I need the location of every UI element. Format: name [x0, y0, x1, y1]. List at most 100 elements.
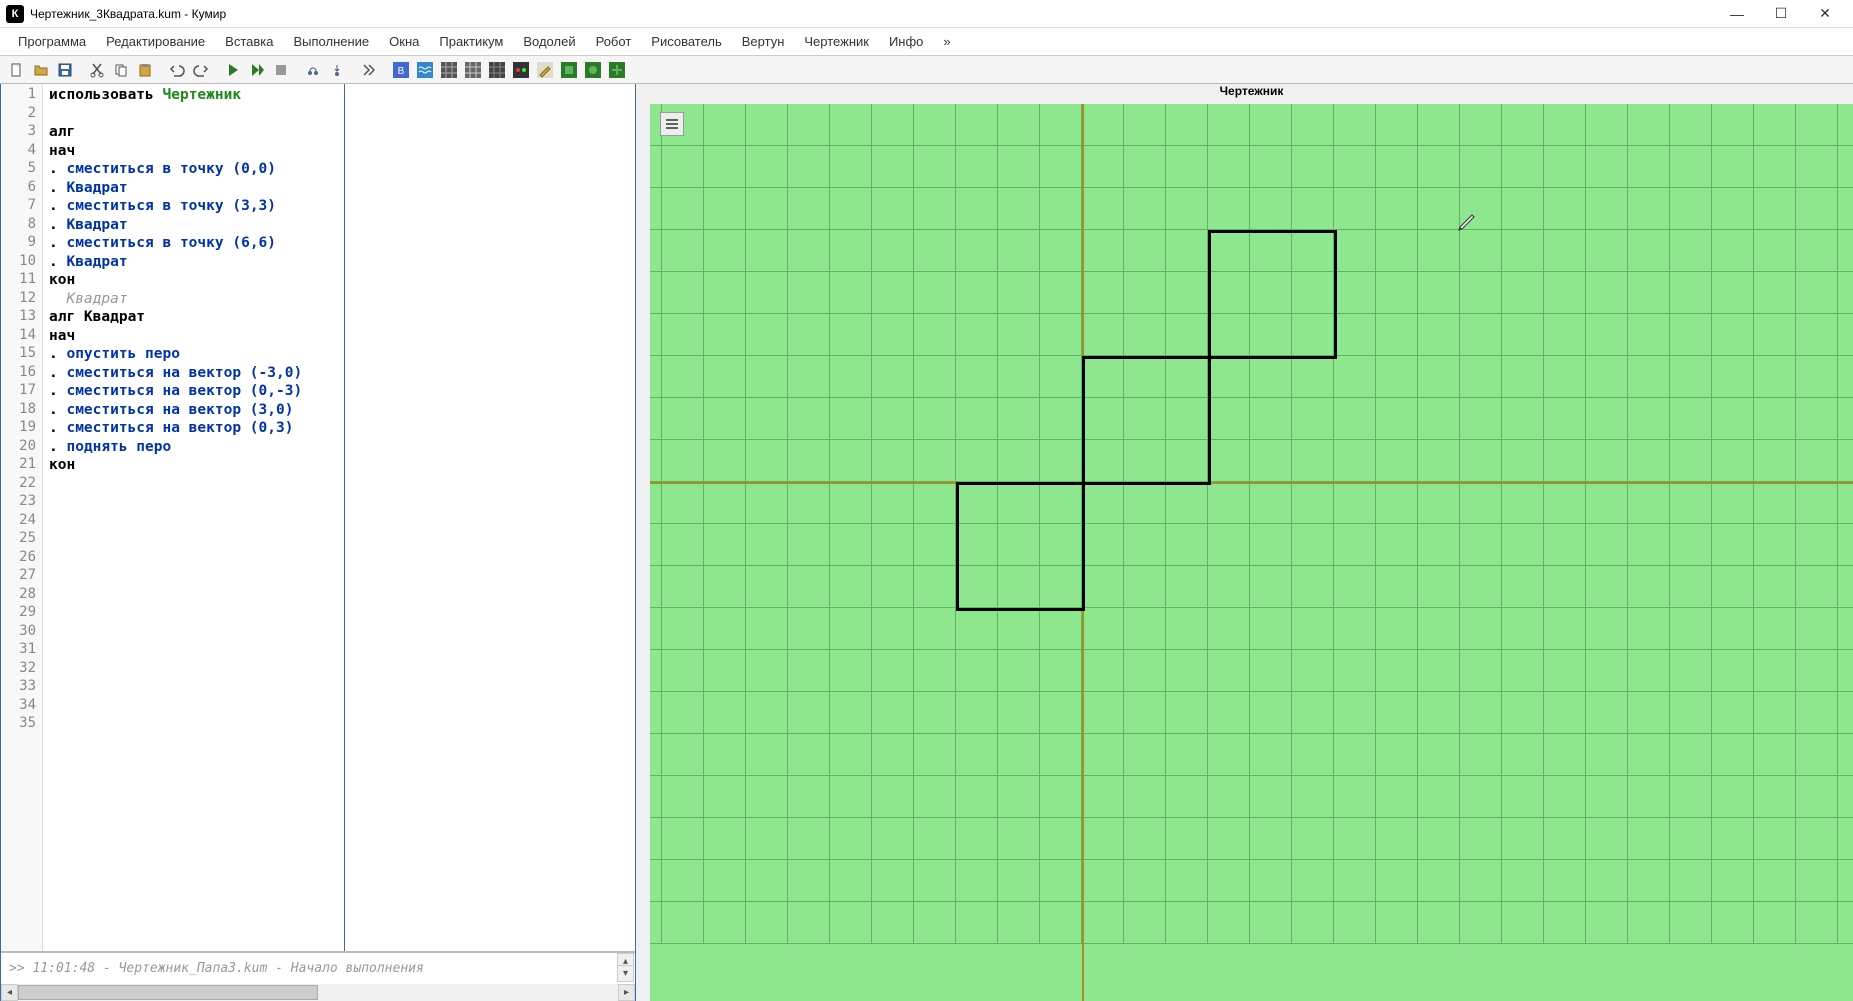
- maximize-button[interactable]: ☐: [1759, 0, 1803, 28]
- step-out-button[interactable]: [358, 59, 380, 81]
- actor-grid3-button[interactable]: [486, 59, 508, 81]
- redo-button[interactable]: [190, 59, 212, 81]
- canvas-title: Чертежник: [650, 84, 1853, 104]
- code-line[interactable]: нач: [49, 142, 340, 161]
- menu-»[interactable]: »: [933, 30, 960, 53]
- code-line[interactable]: [49, 715, 340, 734]
- code-line[interactable]: . сместиться в точку (3,3): [49, 197, 340, 216]
- code-line[interactable]: кон: [49, 271, 340, 290]
- grid-cell: [704, 734, 746, 776]
- cut-button[interactable]: [86, 59, 108, 81]
- menu-робот[interactable]: Робот: [586, 30, 642, 53]
- code-line[interactable]: . опустить перо: [49, 345, 340, 364]
- grid-cell: [1040, 776, 1082, 818]
- undo-button[interactable]: [166, 59, 188, 81]
- actor-controller-button[interactable]: [510, 59, 532, 81]
- close-button[interactable]: ✕: [1803, 0, 1847, 28]
- menu-вставка[interactable]: Вставка: [215, 30, 283, 53]
- grid-cell: [1712, 398, 1754, 440]
- grid-cell: [704, 272, 746, 314]
- actor-green3-button[interactable]: [606, 59, 628, 81]
- menu-вертун[interactable]: Вертун: [732, 30, 795, 53]
- actor-waves-button[interactable]: [414, 59, 436, 81]
- menu-водолей[interactable]: Водолей: [513, 30, 585, 53]
- code-line[interactable]: [49, 567, 340, 586]
- actor-vodoley-button[interactable]: В: [390, 59, 412, 81]
- menu-рисователь[interactable]: Рисователь: [641, 30, 731, 53]
- grid-cell: [1502, 734, 1544, 776]
- paste-button[interactable]: [134, 59, 156, 81]
- code-line[interactable]: [49, 586, 340, 605]
- scroll-left-button[interactable]: ◂: [1, 984, 18, 1001]
- code-line[interactable]: Квадрат: [49, 290, 340, 309]
- stop-button[interactable]: [270, 59, 292, 81]
- code-line[interactable]: кон: [49, 456, 340, 475]
- grid-cell: [1754, 776, 1796, 818]
- code-line[interactable]: . сместиться на вектор (3,0): [49, 401, 340, 420]
- code-line[interactable]: [49, 512, 340, 531]
- open-file-button[interactable]: [30, 59, 52, 81]
- scroll-right-button[interactable]: ▸: [618, 984, 635, 1001]
- drawing-canvas[interactable]: [650, 104, 1853, 1001]
- code-line[interactable]: [49, 105, 340, 124]
- code-line[interactable]: алг: [49, 123, 340, 142]
- grid-cell: [1292, 650, 1334, 692]
- code-line[interactable]: . сместиться на вектор (-3,0): [49, 364, 340, 383]
- code-line[interactable]: . сместиться на вектор (0,-3): [49, 382, 340, 401]
- menu-инфо[interactable]: Инфо: [879, 30, 933, 53]
- actor-green2-button[interactable]: [582, 59, 604, 81]
- horizontal-scrollbar[interactable]: ◂ ▸: [1, 983, 635, 1000]
- menu-практикум[interactable]: Практикум: [429, 30, 513, 53]
- code-line[interactable]: . Квадрат: [49, 216, 340, 235]
- grid-cell: [1754, 146, 1796, 188]
- code-line[interactable]: [49, 604, 340, 623]
- code-line[interactable]: [49, 475, 340, 494]
- code-line[interactable]: использовать Чертежник: [49, 86, 340, 105]
- code-line[interactable]: . поднять перо: [49, 438, 340, 457]
- code-line[interactable]: [49, 660, 340, 679]
- run-button[interactable]: [222, 59, 244, 81]
- grid-cell: [1628, 188, 1670, 230]
- grid-cell: [998, 440, 1040, 482]
- console-scroll-down[interactable]: ▾: [617, 965, 634, 982]
- copy-button[interactable]: [110, 59, 132, 81]
- minimize-button[interactable]: —: [1715, 0, 1759, 28]
- run-step-button[interactable]: [246, 59, 268, 81]
- code-line[interactable]: [49, 641, 340, 660]
- grid-cell: [914, 104, 956, 146]
- code-line[interactable]: . сместиться в точку (0,0): [49, 160, 340, 179]
- code-line[interactable]: . Квадрат: [49, 253, 340, 272]
- code-line[interactable]: [49, 530, 340, 549]
- code-line[interactable]: . сместиться на вектор (0,3): [49, 419, 340, 438]
- menu-выполнение[interactable]: Выполнение: [283, 30, 379, 53]
- menu-окна[interactable]: Окна: [379, 30, 429, 53]
- grid-cell: [1418, 146, 1460, 188]
- code-line[interactable]: . Квадрат: [49, 179, 340, 198]
- menu-редактирование[interactable]: Редактирование: [96, 30, 215, 53]
- actor-grid1-button[interactable]: [438, 59, 460, 81]
- console-output[interactable]: >> 11:01:48 - Чертежник_Папа3.kum - Нача…: [1, 952, 635, 984]
- code-line[interactable]: [49, 678, 340, 697]
- canvas-menu-button[interactable]: [660, 112, 684, 136]
- code-line[interactable]: [49, 623, 340, 642]
- grid-cell: [1754, 188, 1796, 230]
- actor-pencil-button[interactable]: [534, 59, 556, 81]
- code-line[interactable]: алг Квадрат: [49, 308, 340, 327]
- menu-чертежник[interactable]: Чертежник: [794, 30, 879, 53]
- new-file-button[interactable]: [6, 59, 28, 81]
- scroll-thumb[interactable]: [18, 985, 318, 1000]
- step-over-button[interactable]: [302, 59, 324, 81]
- code-line[interactable]: [49, 549, 340, 568]
- grid-cell: [1502, 272, 1544, 314]
- actor-grid2-button[interactable]: [462, 59, 484, 81]
- actor-green1-button[interactable]: [558, 59, 580, 81]
- code-editor[interactable]: использовать Чертежник алгнач. сместитьс…: [43, 84, 345, 951]
- menu-программа[interactable]: Программа: [8, 30, 96, 53]
- code-line[interactable]: нач: [49, 327, 340, 346]
- code-line[interactable]: [49, 697, 340, 716]
- code-line[interactable]: . сместиться в точку (6,6): [49, 234, 340, 253]
- save-file-button[interactable]: [54, 59, 76, 81]
- grid-cell: [1166, 356, 1208, 398]
- step-into-button[interactable]: [326, 59, 348, 81]
- code-line[interactable]: [49, 493, 340, 512]
